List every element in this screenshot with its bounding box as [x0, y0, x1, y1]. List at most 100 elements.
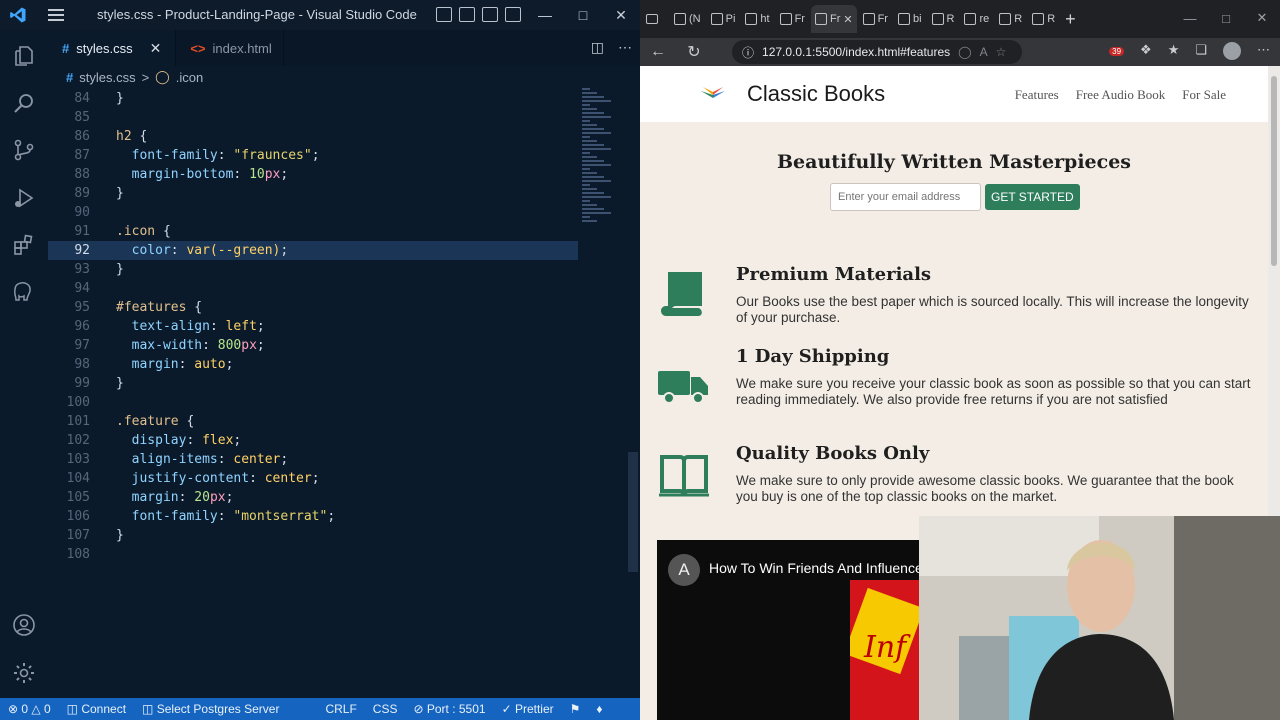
- browser-tab[interactable]: Fr: [859, 5, 892, 33]
- notifications-bell-icon[interactable]: ♦: [588, 702, 610, 716]
- nav-link-features[interactable]: Features: [1015, 87, 1059, 103]
- split-editor-icon[interactable]: ◫: [591, 39, 604, 56]
- browser-tab[interactable]: Fr: [776, 5, 809, 33]
- database-elephant-icon[interactable]: [12, 280, 36, 304]
- browser-tab[interactable]: bi: [894, 5, 926, 33]
- code-line[interactable]: 96 text-align: left;: [48, 317, 578, 336]
- code-line[interactable]: 91 .icon {: [48, 222, 578, 241]
- maximize-icon[interactable]: □: [564, 0, 602, 30]
- more-actions-icon[interactable]: ⋯: [618, 39, 632, 56]
- customize-layout-icon[interactable]: [505, 7, 521, 22]
- browser-tab[interactable]: R: [1028, 5, 1059, 33]
- minimap[interactable]: [582, 88, 628, 238]
- site-info-icon[interactable]: ⓘ: [742, 44, 754, 61]
- profile-avatar[interactable]: [1223, 42, 1241, 60]
- nav-link-free-audio-book[interactable]: Free Audio Book: [1076, 87, 1166, 103]
- code-line[interactable]: 86 h2 {: [48, 127, 578, 146]
- email-input[interactable]: [830, 183, 981, 211]
- read-aloud-icon[interactable]: A: [980, 45, 988, 59]
- close-icon[interactable]: ✕: [1244, 0, 1280, 36]
- favorites-icon[interactable]: ★: [1168, 42, 1180, 60]
- code-line[interactable]: 102 display: flex;: [48, 431, 578, 450]
- connect-status[interactable]: ◫ Connect: [59, 702, 134, 716]
- collections-icon[interactable]: ❏: [1195, 42, 1207, 60]
- code-line[interactable]: 92 color: var(--green);: [48, 241, 578, 260]
- tag-icon[interactable]: ◯: [958, 45, 971, 59]
- tab-close-icon[interactable]: ✕: [150, 40, 162, 57]
- code-line[interactable]: 98 margin: auto;: [48, 355, 578, 374]
- code-line[interactable]: 84}: [48, 89, 578, 108]
- new-tab-icon[interactable]: +: [1065, 9, 1076, 30]
- code-line[interactable]: 94: [48, 279, 578, 298]
- source-control-icon[interactable]: [12, 138, 36, 162]
- run-debug-icon[interactable]: [12, 186, 36, 210]
- breadcrumb-file[interactable]: styles.css: [79, 70, 135, 85]
- favorite-star-icon[interactable]: ☆: [996, 45, 1007, 59]
- browser-tab[interactable]: Pi: [707, 5, 740, 33]
- minimize-icon[interactable]: —: [1172, 0, 1208, 36]
- code-line[interactable]: 106 font-family: "montserrat";: [48, 507, 578, 526]
- search-icon[interactable]: [12, 91, 36, 115]
- code-line[interactable]: 90: [48, 203, 578, 222]
- code-line[interactable]: 95 #features {: [48, 298, 578, 317]
- code-line[interactable]: 87 font-family: "fraunces";: [48, 146, 578, 165]
- more-menu-icon[interactable]: ⋯: [1257, 42, 1270, 60]
- browser-tab[interactable]: R: [928, 5, 959, 33]
- minimize-icon[interactable]: —: [526, 0, 564, 30]
- extensions-icon[interactable]: [12, 233, 36, 257]
- toggle-panel-icon[interactable]: [459, 7, 475, 22]
- code-line[interactable]: 97 max-width: 800px;: [48, 336, 578, 355]
- extension-icon[interactable]: 39: [1109, 42, 1125, 60]
- code-line[interactable]: 85: [48, 108, 578, 127]
- postgres-status[interactable]: ◫ Select Postgres Server: [134, 702, 287, 716]
- problems-indicator[interactable]: ⊗ 0 △ 0: [0, 702, 59, 716]
- code-line[interactable]: 99}: [48, 374, 578, 393]
- toggle-sidebar-icon[interactable]: [436, 7, 452, 22]
- nav-link-for-sale[interactable]: For Sale: [1182, 87, 1226, 103]
- code-line[interactable]: 103 align-items: center;: [48, 450, 578, 469]
- close-icon[interactable]: ✕: [602, 0, 640, 30]
- back-arrow-icon[interactable]: ←: [640, 43, 676, 61]
- channel-avatar[interactable]: A: [668, 554, 700, 586]
- tab-styles-css[interactable]: # styles.css ✕: [48, 30, 177, 66]
- get-started-button[interactable]: GET STARTED: [985, 184, 1080, 210]
- code-line[interactable]: 93}: [48, 260, 578, 279]
- breadcrumb-symbol[interactable]: .icon: [176, 70, 203, 85]
- code-line[interactable]: 107}: [48, 526, 578, 545]
- code-line[interactable]: 88 margin-bottom: 10px;: [48, 165, 578, 184]
- account-icon[interactable]: [12, 613, 36, 637]
- address-bar[interactable]: ⓘ 127.0.0.1:5500/index.html#features ◯ A…: [732, 40, 1022, 64]
- browser-tab[interactable]: ht: [741, 5, 773, 33]
- browser-tab[interactable]: re: [960, 5, 993, 33]
- hamburger-menu-icon[interactable]: [36, 0, 76, 30]
- maximize-icon[interactable]: □: [1208, 0, 1244, 36]
- live-server-port[interactable]: ⊘ Port : 5501: [405, 702, 493, 716]
- browser-tab[interactable]: (N: [670, 5, 705, 33]
- browser-tab[interactable]: Fr ✕: [810, 5, 857, 33]
- video-title[interactable]: How To Win Friends And Influence People: [709, 560, 919, 576]
- tab-actions-icon[interactable]: [642, 5, 668, 33]
- explorer-icon[interactable]: [12, 44, 36, 68]
- scrollbar-thumb[interactable]: [1271, 76, 1277, 266]
- language-mode[interactable]: CSS: [365, 702, 406, 716]
- code-editor[interactable]: 84} 85 86 h2 {87 font-family: "fraunces"; 88…: [48, 88, 640, 698]
- code-line[interactable]: 105 margin: 20px;: [48, 488, 578, 507]
- tab-close-icon[interactable]: ✕: [843, 13, 852, 26]
- code-line[interactable]: 108: [48, 545, 578, 564]
- embedded-video[interactable]: A How To Win Friends And Influence Peopl…: [657, 540, 919, 720]
- toggle-secondary-sidebar-icon[interactable]: [482, 7, 498, 22]
- extensions-puzzle-icon[interactable]: ❖: [1140, 42, 1152, 60]
- editor-scrollbar[interactable]: [628, 452, 638, 572]
- prettier-status[interactable]: ✓ Prettier: [494, 702, 562, 716]
- site-brand[interactable]: Classic Books: [747, 81, 885, 107]
- settings-gear-icon[interactable]: [12, 661, 36, 685]
- code-line[interactable]: 101 .feature {: [48, 412, 578, 431]
- browser-tab[interactable]: R: [995, 5, 1026, 33]
- eol-status[interactable]: CRLF: [317, 702, 364, 716]
- code-line[interactable]: 104 justify-content: center;: [48, 469, 578, 488]
- code-line[interactable]: 100: [48, 393, 578, 412]
- reload-icon[interactable]: ↻: [676, 42, 712, 62]
- feedback-icon[interactable]: ⚑: [562, 702, 589, 716]
- tab-index-html[interactable]: <> index.html: [176, 30, 285, 66]
- code-line[interactable]: 89}: [48, 184, 578, 203]
